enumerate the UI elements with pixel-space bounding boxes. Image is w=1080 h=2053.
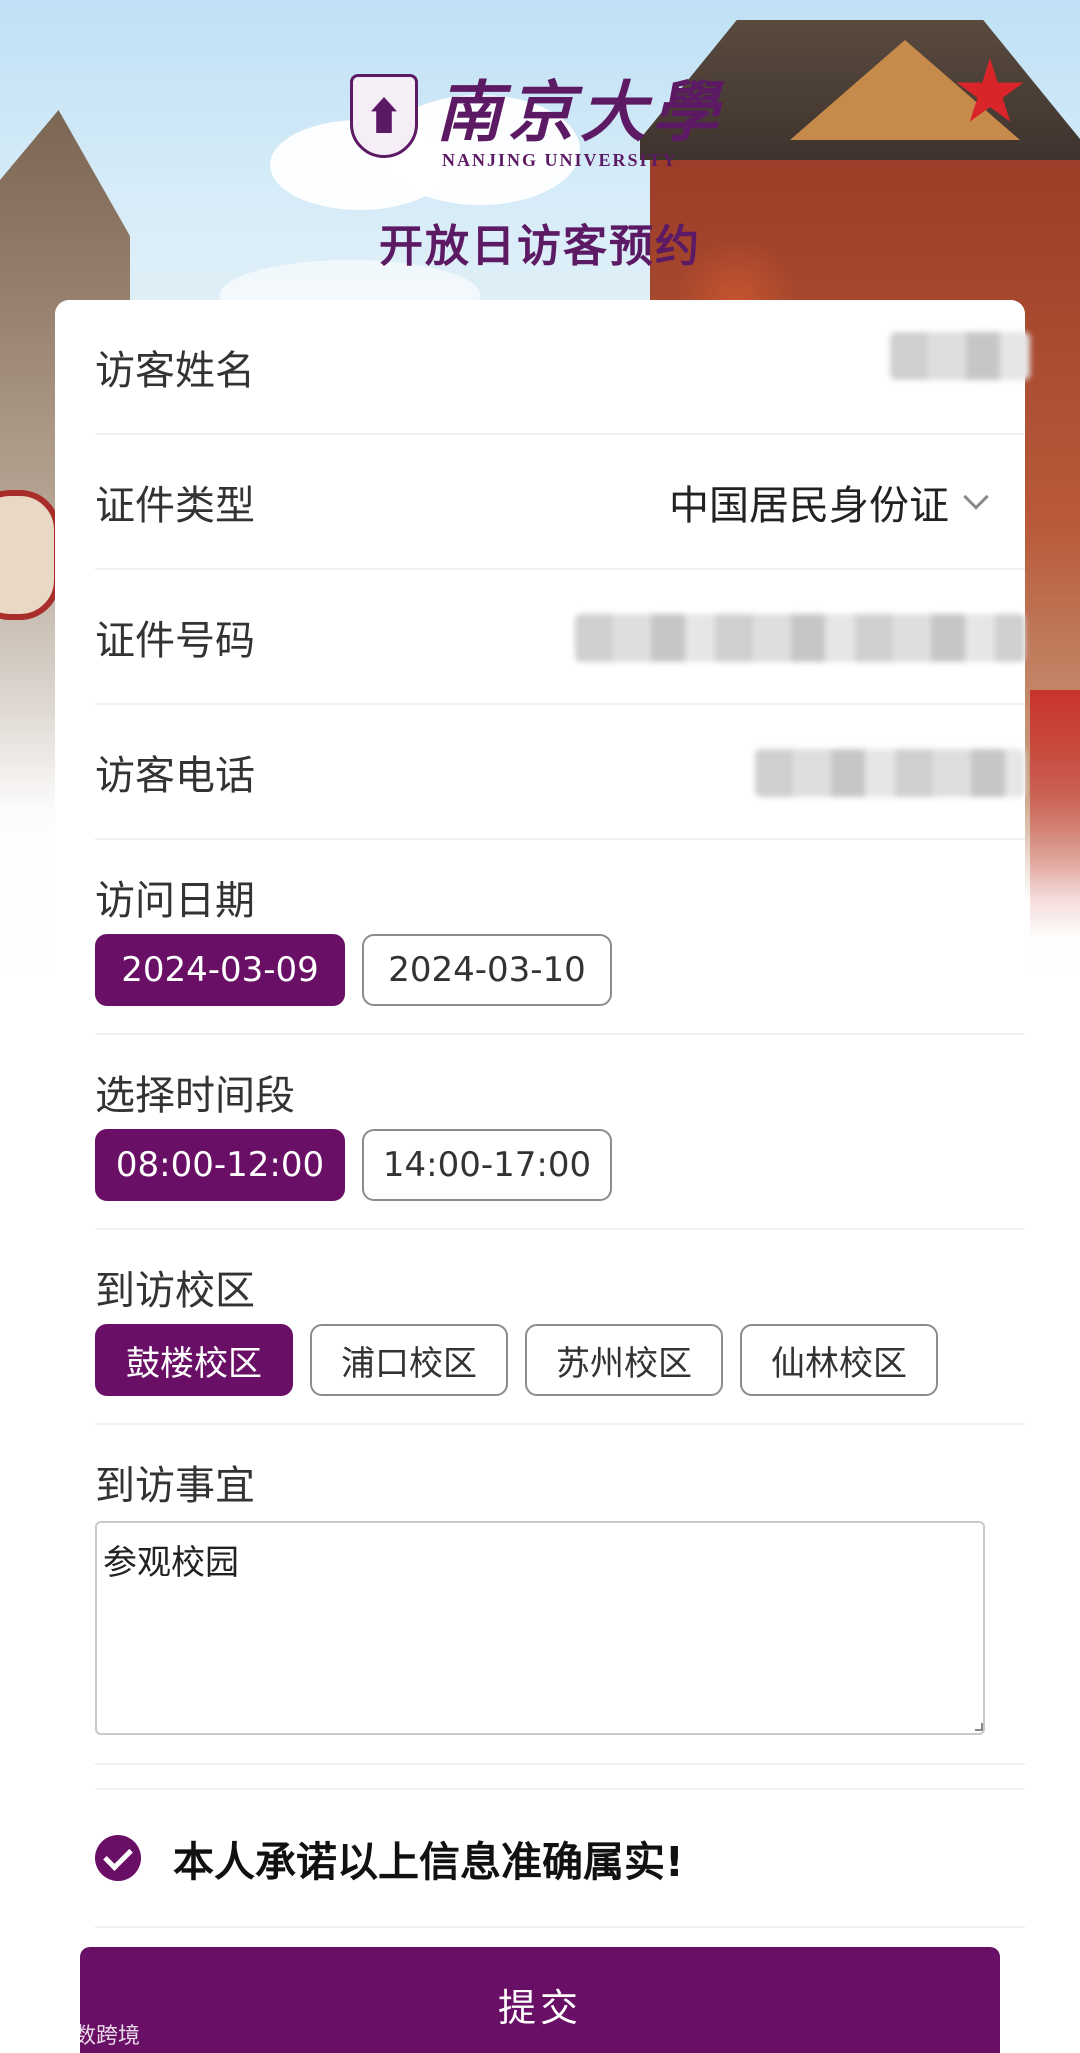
visitor-name-row[interactable]: 访客姓名	[95, 300, 1030, 435]
watermark-text: 大数跨境	[52, 2024, 141, 2049]
campus-option-xianlin[interactable]: 仙林校区	[740, 1324, 938, 1396]
logo-chinese-name: 南京大學	[436, 73, 724, 151]
date-option-2[interactable]: 2024-03-10	[362, 934, 612, 1006]
visitor-phone-label: 访客电话	[95, 752, 255, 799]
checkmark-circle-icon[interactable]	[95, 1835, 141, 1881]
campus-option-pukou[interactable]: 浦口校区	[310, 1324, 508, 1396]
purpose-label: 到访事宜	[95, 1463, 255, 1509]
watermark-logo-icon	[12, 2023, 46, 2045]
id-type-label: 证件类型	[95, 482, 255, 529]
campus-option-gulou[interactable]: 鼓楼校区	[95, 1324, 293, 1396]
id-type-value: 中国居民身份证	[669, 482, 949, 529]
campus-label: 到访校区	[95, 1268, 255, 1314]
visitor-name-label: 访客姓名	[95, 347, 255, 394]
visitor-phone-masked-value[interactable]	[755, 749, 1025, 797]
left-building-emblem	[0, 490, 60, 620]
time-slot-group: 选择时间段 08:00-12:00 14:00-17:00	[95, 1035, 1025, 1230]
purpose-group: 到访事宜 参观校园	[95, 1425, 1025, 1765]
id-type-row[interactable]: 证件类型 中国居民身份证	[95, 435, 1025, 570]
campus-group: 到访校区 鼓楼校区 浦口校区 苏州校区 仙林校区	[95, 1230, 1025, 1425]
id-number-masked-value[interactable]	[575, 614, 1025, 662]
promise-text: 本人承诺以上信息准确属实!	[173, 1838, 684, 1886]
visit-date-group: 访问日期 2024-03-09 2024-03-10	[95, 840, 1025, 1035]
promise-checkbox-row[interactable]: 本人承诺以上信息准确属实!	[95, 1788, 1025, 1928]
id-type-select[interactable]: 中国居民身份证	[669, 473, 989, 531]
time-slot-option-1[interactable]: 08:00-12:00	[95, 1129, 345, 1201]
visitor-name-masked-value[interactable]	[890, 332, 1030, 380]
watermark: 大数跨境	[12, 2018, 140, 2050]
id-number-row[interactable]: 证件号码	[95, 570, 1025, 705]
campus-option-suzhou[interactable]: 苏州校区	[525, 1324, 723, 1396]
submit-button[interactable]: 提交	[80, 1947, 1000, 2053]
time-slot-label: 选择时间段	[95, 1073, 295, 1119]
red-panel	[1030, 690, 1080, 940]
date-option-1[interactable]: 2024-03-09	[95, 934, 345, 1006]
id-number-label: 证件号码	[95, 617, 255, 664]
time-slot-option-2[interactable]: 14:00-17:00	[362, 1129, 612, 1201]
page-title: 开放日访客预约	[379, 221, 701, 272]
university-emblem-icon	[350, 74, 418, 158]
university-logo: 南京大學 NANJING UNIVERSITY	[350, 74, 730, 184]
chevron-down-icon	[963, 483, 989, 510]
resize-grip-icon[interactable]	[975, 1723, 983, 1731]
visit-date-label: 访问日期	[95, 878, 255, 924]
logo-english-name: NANJING UNIVERSITY	[442, 150, 678, 170]
visitor-form-card: 访客姓名 证件类型 中国居民身份证 证件号码 访客电话 访问日期 2024-03…	[55, 300, 1030, 2053]
visitor-phone-row[interactable]: 访客电话	[95, 705, 1025, 840]
purpose-textarea[interactable]: 参观校园	[95, 1521, 985, 1735]
